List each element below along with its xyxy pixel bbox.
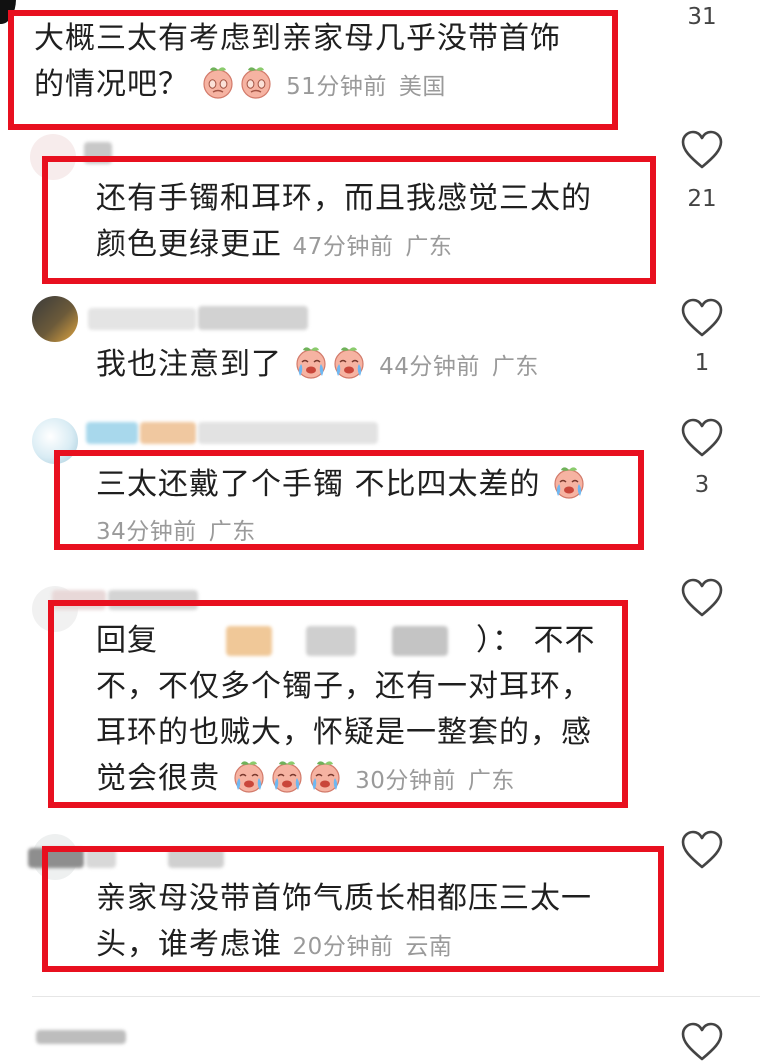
comment-time: 44分钟前: [379, 354, 480, 380]
heart-icon[interactable]: [680, 418, 724, 458]
crying-peach-emoji: [331, 344, 367, 380]
like-count: 31: [687, 4, 717, 30]
avatar[interactable]: [32, 296, 78, 342]
highlight-box: [8, 10, 618, 130]
comment-line: 我也注意到了 44分钟前 广东: [96, 342, 656, 390]
like-count: 3: [694, 472, 710, 498]
highlight-box: [42, 846, 664, 972]
comment-text: 我也注意到了 44分钟前 广东: [96, 342, 656, 390]
username-blurred[interactable]: [86, 422, 138, 444]
username-blurred[interactable]: [198, 306, 308, 330]
heart-icon[interactable]: [680, 130, 724, 170]
heart-icon[interactable]: [680, 298, 724, 338]
heart-icon[interactable]: [680, 578, 724, 618]
comment-line-text: 我也注意到了: [96, 347, 282, 382]
comment-location: 广东: [491, 354, 539, 380]
crying-peach-emoji: [293, 344, 329, 380]
heart-icon[interactable]: [680, 1022, 724, 1062]
partial-row-blurred: [36, 1030, 126, 1044]
highlight-box: [48, 600, 628, 808]
like-count: 1: [694, 350, 710, 376]
like-count: 21: [687, 186, 717, 212]
username-blurred[interactable]: [198, 422, 378, 444]
comment-meta: 44分钟前 广东: [379, 354, 539, 380]
highlight-box: [54, 450, 644, 550]
username-blurred[interactable]: [88, 308, 196, 330]
section-divider: [32, 996, 760, 997]
username-blurred[interactable]: [140, 422, 196, 444]
highlight-box: [42, 156, 656, 284]
heart-icon[interactable]: [680, 830, 724, 870]
